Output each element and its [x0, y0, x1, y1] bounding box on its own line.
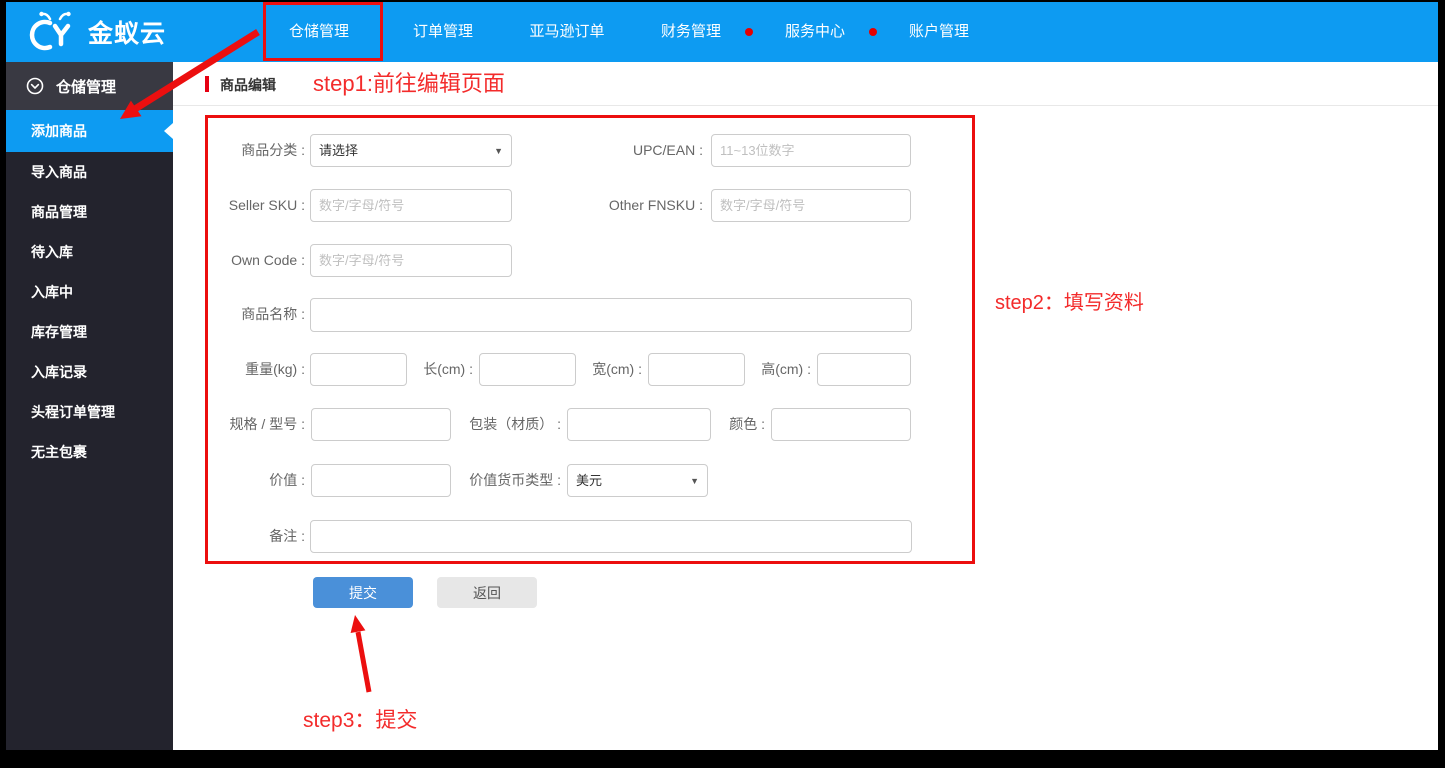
- color-label: 颜色 :: [696, 408, 765, 441]
- upc-input[interactable]: [711, 134, 911, 167]
- remark-label: 备注 :: [170, 520, 305, 553]
- width-label: 宽(cm) :: [560, 353, 642, 386]
- category-label: 商品分类 :: [170, 134, 305, 167]
- app-window: 金蚁云 仓储管理 订单管理 亚马逊订单 财务管理 服务中心 账户管理: [6, 2, 1438, 750]
- product-name-label: 商品名称 :: [170, 298, 305, 331]
- own-code-label: Own Code :: [170, 244, 305, 277]
- length-label: 长(cm) :: [391, 353, 473, 386]
- own-code-input[interactable]: [310, 244, 512, 277]
- currency-label: 价值货币类型 :: [406, 464, 561, 497]
- seller-sku-label: Seller SKU :: [170, 189, 305, 222]
- submit-button[interactable]: 提交: [313, 577, 413, 608]
- upc-label: UPC/EAN :: [566, 134, 703, 167]
- value-label: 价值 :: [170, 464, 305, 497]
- other-fnsku-label: Other FNSKU :: [566, 189, 703, 222]
- chevron-down-icon: ▼: [494, 136, 503, 167]
- height-label: 高(cm) :: [729, 353, 811, 386]
- color-input[interactable]: [771, 408, 911, 441]
- remark-input[interactable]: [310, 520, 912, 553]
- package-label: 包装（材质） :: [406, 408, 561, 441]
- category-select[interactable]: 请选择 ▼: [310, 134, 512, 167]
- chevron-down-icon: ▼: [690, 466, 699, 497]
- spec-label: 规格 / 型号 :: [170, 408, 305, 441]
- other-fnsku-input[interactable]: [711, 189, 911, 222]
- seller-sku-input[interactable]: [310, 189, 512, 222]
- back-button[interactable]: 返回: [437, 577, 537, 608]
- height-input[interactable]: [817, 353, 911, 386]
- currency-select[interactable]: 美元 ▼: [567, 464, 708, 497]
- product-name-input[interactable]: [310, 298, 912, 332]
- weight-label: 重量(kg) :: [170, 353, 305, 386]
- product-edit-form: 商品分类 : 请选择 ▼ UPC/EAN : Seller SKU : Othe…: [6, 2, 1438, 750]
- package-input[interactable]: [567, 408, 711, 441]
